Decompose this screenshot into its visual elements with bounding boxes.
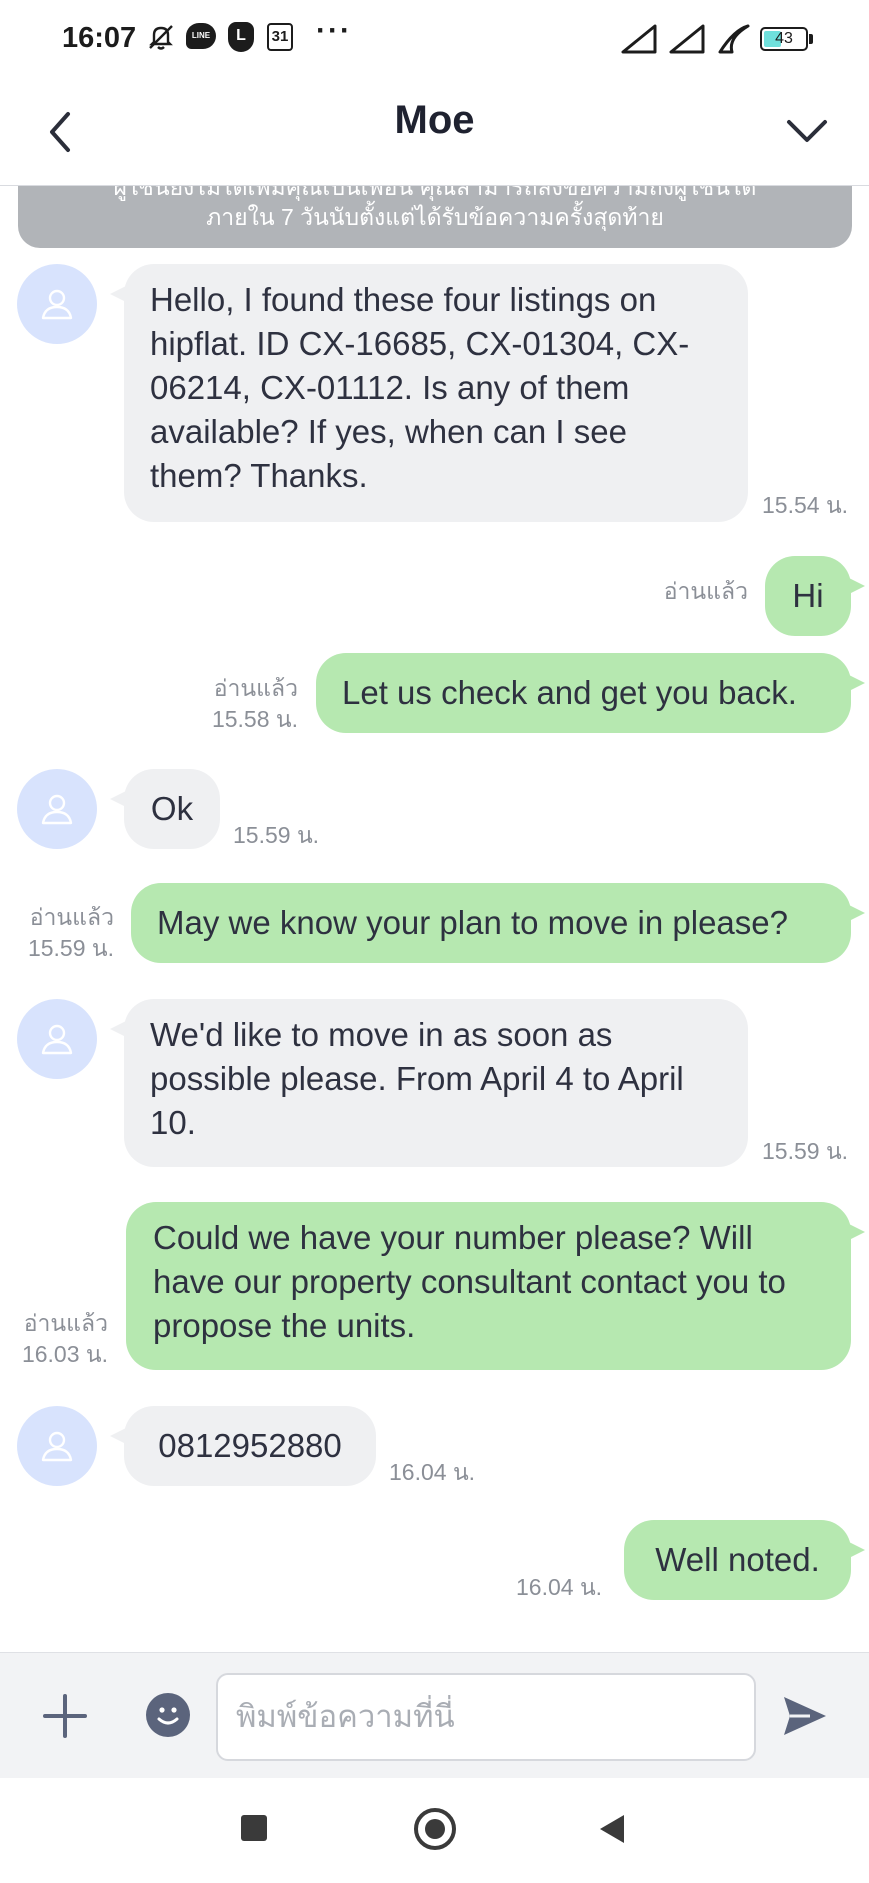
send-icon[interactable] — [780, 1691, 830, 1741]
home-circle-icon[interactable] — [414, 1808, 456, 1850]
message-time: 15.59 น. — [762, 1138, 849, 1164]
more-dots-icon: ··· — [316, 14, 352, 47]
message-time: 15.58 น. — [211, 706, 298, 732]
avatar[interactable] — [17, 1406, 97, 1486]
message-bubble-incoming[interactable]: We'd like to move in as soon as possible… — [110, 999, 748, 1167]
message-time: 16.03 น. — [21, 1341, 108, 1367]
message-text: Hello, I found these four listings on hi… — [150, 281, 690, 494]
message-text: May we know your plan to move in please? — [157, 904, 788, 941]
battery-tip — [809, 34, 813, 44]
read-receipt: อ่านแล้ว — [23, 1310, 108, 1336]
message-meta: อ่านแล้ว 16.03 น. — [8, 1308, 108, 1370]
message-bubble-incoming[interactable]: Ok — [110, 769, 220, 849]
signal-icon — [621, 24, 657, 54]
message-bubble-outgoing[interactable]: Could we have your number please? Will h… — [126, 1202, 865, 1370]
message-text: Could we have your number please? Will h… — [153, 1219, 786, 1344]
signal-icon — [669, 24, 705, 54]
recents-square-icon[interactable] — [241, 1815, 267, 1841]
calendar-icon: 31 — [267, 23, 293, 51]
message-meta: อ่านแล้ว 15.58 น. — [170, 673, 298, 735]
message-bubble-incoming[interactable]: 0812952880 — [110, 1406, 376, 1486]
message-text: Let us check and get you back. — [342, 674, 797, 711]
chevron-down-icon[interactable] — [783, 106, 831, 154]
chat-title: Moe — [394, 98, 475, 142]
message-text: Ok — [150, 790, 194, 827]
avatar[interactable] — [17, 769, 97, 849]
l-app-icon: L — [228, 22, 254, 52]
message-text: We'd like to move in as soon as possible… — [150, 1016, 684, 1141]
plus-icon[interactable] — [42, 1693, 88, 1739]
chat-area[interactable]: ผู้ใช้นี้ยังไม่ได้เพิ่มคุณเป็นเพื่อน คุณ… — [0, 186, 869, 1652]
avatar[interactable] — [17, 999, 97, 1079]
emoji-icon[interactable] — [146, 1693, 190, 1737]
message-time: 15.54 น. — [762, 492, 849, 518]
message-bubble-outgoing[interactable]: Hi — [765, 556, 865, 636]
battery-icon: 43 — [760, 27, 808, 51]
person-icon — [41, 794, 73, 825]
message-bubble-outgoing[interactable]: Well noted. — [624, 1520, 865, 1600]
notice-line-2: ภายใน 7 วันนับตั้งแต่ได้รับข้อความครั้งส… — [206, 204, 664, 230]
smiley-face-icon — [157, 1707, 179, 1725]
read-receipt: อ่านแล้ว — [213, 675, 298, 701]
chat-header: Moe — [0, 78, 869, 186]
status-bar: 16:07 LINE L 31 ··· 43 — [0, 0, 869, 78]
message-time: 16.04 น. — [516, 1574, 603, 1600]
friend-notice: ผู้ใช้นี้ยังไม่ได้เพิ่มคุณเป็นเพื่อน คุณ… — [18, 186, 852, 248]
read-receipt: อ่านแล้ว — [663, 578, 748, 604]
person-icon — [41, 1024, 73, 1055]
battery-percent: 43 — [775, 30, 793, 47]
message-input[interactable] — [216, 1673, 756, 1761]
message-text: Hi — [792, 577, 824, 614]
message-text: Well noted. — [655, 1541, 820, 1578]
system-nav-bar — [0, 1778, 869, 1883]
person-icon — [41, 1431, 73, 1462]
status-time: 16:07 — [62, 22, 137, 54]
avatar[interactable] — [17, 264, 97, 344]
message-time: 16.04 น. — [389, 1459, 476, 1485]
message-bubble-outgoing[interactable]: May we know your plan to move in please? — [131, 883, 865, 963]
read-receipt: อ่านแล้ว — [29, 904, 114, 930]
notice-line-1: ผู้ใช้นี้ยังไม่ได้เพิ่มคุณเป็นเพื่อน คุณ… — [113, 186, 757, 200]
message-bubble-outgoing[interactable]: Let us check and get you back. — [316, 653, 865, 733]
line-app-icon: LINE — [186, 23, 216, 49]
mute-icon — [149, 25, 173, 50]
message-bubble-incoming[interactable]: Hello, I found these four listings on hi… — [110, 264, 748, 522]
message-meta: อ่านแล้ว 15.59 น. — [10, 902, 114, 964]
input-bar — [0, 1652, 869, 1778]
message-text: 0812952880 — [158, 1427, 342, 1464]
back-triangle-icon[interactable] — [598, 1813, 626, 1845]
message-time: 15.59 น. — [27, 935, 114, 961]
person-icon — [41, 289, 73, 320]
message-time: 15.59 น. — [233, 822, 320, 848]
home-dot — [425, 1819, 445, 1839]
wifi-icon — [718, 24, 750, 54]
